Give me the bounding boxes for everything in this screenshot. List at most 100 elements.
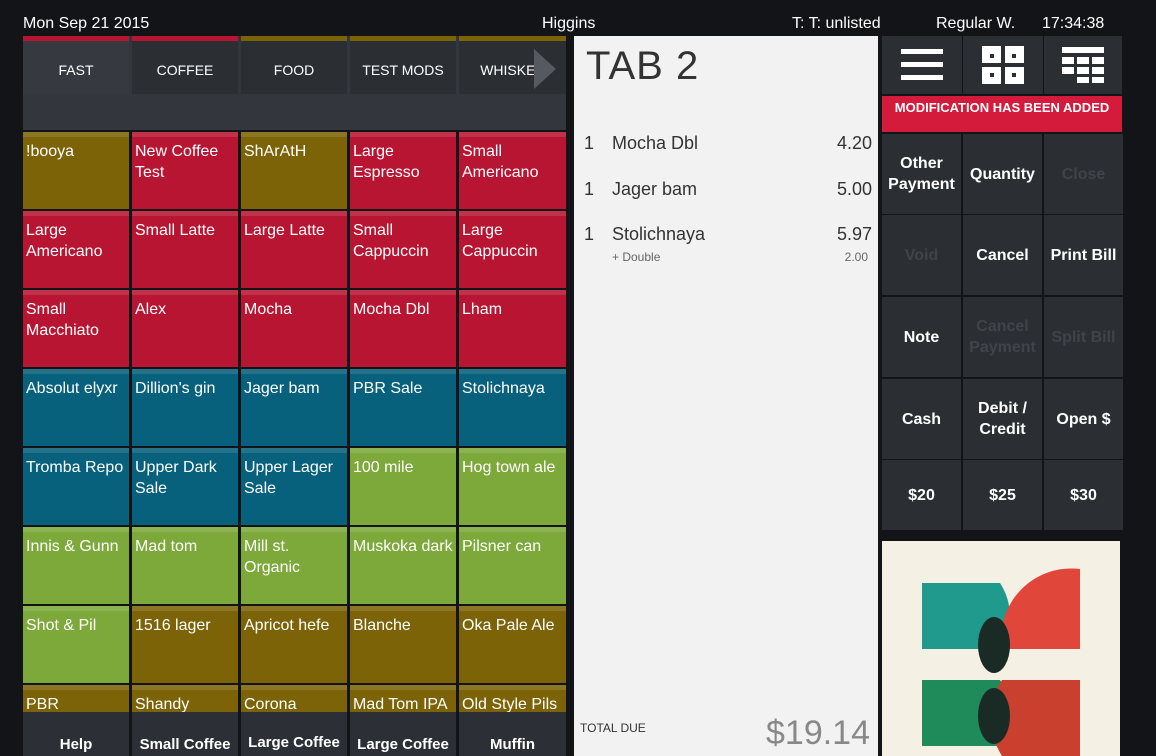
- line-name: Stolichnaya: [612, 224, 706, 244]
- quick-button-small-coffee[interactable]: Small Coffee: [132, 712, 238, 756]
- action-note-button[interactable]: Note: [882, 297, 961, 377]
- menu-item-button[interactable]: Apricot hefe: [241, 606, 347, 683]
- menu-item-button[interactable]: Stolichnaya: [459, 369, 566, 446]
- action-30-button[interactable]: $30: [1044, 460, 1123, 530]
- menu-item-label: Mocha Dbl: [353, 301, 430, 318]
- menu-item-label: Old Style Pils: [462, 696, 558, 712]
- menu-item-label: New Coffee Test: [135, 143, 219, 181]
- action-void-button: Void: [882, 215, 961, 295]
- menu-item-button[interactable]: Mad Tom IPA: [350, 685, 456, 712]
- menu-item-button[interactable]: PBR Sale: [350, 369, 456, 446]
- menu-item-button[interactable]: ShArAtH: [241, 132, 347, 209]
- tab-test-mods[interactable]: TEST MODS: [350, 36, 456, 94]
- menu-item-label: ShArAtH: [244, 143, 307, 160]
- menu-item-button[interactable]: Large Latte: [241, 211, 347, 288]
- quick-button-large-coffee-2[interactable]: Large Coffee: [350, 712, 456, 756]
- tab-coffee[interactable]: COFFEE: [132, 36, 238, 94]
- status-time: 17:34:38: [1042, 15, 1105, 32]
- status-table: T: T: unlisted: [792, 15, 881, 32]
- menu-item-button[interactable]: Dillion's gin: [132, 369, 238, 446]
- action-open-button[interactable]: Open $: [1044, 379, 1123, 459]
- menu-item-button[interactable]: Absolut elyxr: [23, 369, 129, 446]
- tab-whiskey[interactable]: WHISKEY: [459, 36, 566, 94]
- menu-item-label: Large Latte: [244, 222, 325, 239]
- menu-item-button[interactable]: Upper Lager Sale: [241, 448, 347, 525]
- menu-item-label: PBR Sale: [353, 380, 423, 397]
- menu-item-button[interactable]: Old Style Pils: [459, 685, 566, 712]
- menu-item-button[interactable]: 100 mile: [350, 448, 456, 525]
- action-debit-credit-button[interactable]: Debit / Credit: [963, 379, 1042, 459]
- menu-item-button[interactable]: Corona: [241, 685, 347, 712]
- line-modifier: + Double 2.00: [612, 250, 868, 264]
- menu-item-button[interactable]: Small Latte: [132, 211, 238, 288]
- menu-item-button[interactable]: Lham: [459, 290, 566, 367]
- action-25-button[interactable]: $25: [963, 460, 1042, 530]
- menu-item-label: Small Latte: [135, 222, 216, 239]
- tabs-next-arrow-icon[interactable]: [534, 49, 556, 89]
- tab-fast[interactable]: FAST: [23, 36, 129, 94]
- quick-button-help[interactable]: Help: [23, 712, 129, 756]
- menu-item-button[interactable]: Innis & Gunn: [23, 527, 129, 604]
- menu-item-label: Mill st. Organic: [244, 538, 301, 576]
- menu-item-button[interactable]: Large Americano: [23, 211, 129, 288]
- modifier-price: 2.00: [844, 250, 868, 264]
- action-cancel-payment-button: Cancel Payment: [963, 297, 1042, 377]
- action-cancel-button[interactable]: Cancel: [963, 215, 1042, 295]
- menu-button[interactable]: [882, 36, 962, 94]
- menu-item-button[interactable]: Small Americano: [459, 132, 566, 209]
- menu-item-button[interactable]: Small Cappuccin: [350, 211, 456, 288]
- menu-item-button[interactable]: Mocha Dbl: [350, 290, 456, 367]
- quick-buttons: Help Small Coffee Large Coffee Large Cof…: [23, 712, 566, 756]
- menu-item-button[interactable]: Mad tom: [132, 527, 238, 604]
- menu-item-button[interactable]: !booya: [23, 132, 129, 209]
- menu-item-button[interactable]: Tromba Repo: [23, 448, 129, 525]
- total-due-label: TOTAL DUE: [580, 721, 646, 735]
- brand-logo-image: [922, 568, 1080, 756]
- menu-item-button[interactable]: New Coffee Test: [132, 132, 238, 209]
- menu-item-button[interactable]: Oka Pale Ale: [459, 606, 566, 683]
- menu-item-button[interactable]: Upper Dark Sale: [132, 448, 238, 525]
- menu-item-button[interactable]: Hog town ale: [459, 448, 566, 525]
- menu-item-label: Mad tom: [135, 538, 198, 555]
- split-button[interactable]: [963, 36, 1043, 94]
- menu-item-button[interactable]: Alex: [132, 290, 238, 367]
- menu-item-button[interactable]: Mill st. Organic: [241, 527, 347, 604]
- menu-item-button[interactable]: Large Cappuccin: [459, 211, 566, 288]
- menu-item-label: Dillion's gin: [135, 380, 216, 397]
- line-name: Jager bam: [612, 179, 698, 199]
- menu-item-button[interactable]: Muskoka dark: [350, 527, 456, 604]
- menu-item-button[interactable]: Mocha: [241, 290, 347, 367]
- menu-item-label: Small Cappuccin: [353, 222, 429, 260]
- action-print-bill-button[interactable]: Print Bill: [1044, 215, 1123, 295]
- action-cash-button[interactable]: Cash: [882, 379, 961, 459]
- menu-item-label: Stolichnaya: [462, 380, 545, 397]
- menu-item-button[interactable]: Small Macchiato: [23, 290, 129, 367]
- menu-item-button[interactable]: Blanche: [350, 606, 456, 683]
- line-price: 5.00: [836, 179, 872, 199]
- line-qty: 1: [584, 179, 595, 199]
- menu-item-label: Oka Pale Ale: [462, 617, 555, 634]
- notification-banner: MODIFICATION HAS BEEN ADDED: [882, 96, 1122, 132]
- menu-item-label: Shandy: [135, 696, 190, 712]
- menu-item-button[interactable]: Shandy: [132, 685, 238, 712]
- tab-food[interactable]: FOOD: [241, 36, 347, 94]
- action-other-payment-button[interactable]: Other Payment: [882, 134, 961, 214]
- menu-item-button[interactable]: Pilsner can: [459, 527, 566, 604]
- quick-button-large-coffee[interactable]: Large Coffee: [241, 712, 347, 756]
- action-20-button[interactable]: $20: [882, 460, 961, 530]
- quick-button-muffin[interactable]: Muffin: [459, 712, 566, 756]
- menu-item-button[interactable]: Shot & Pil: [23, 606, 129, 683]
- action-quantity-button[interactable]: Quantity: [963, 134, 1042, 214]
- menu-item-button[interactable]: Jager bam: [241, 369, 347, 446]
- menu-item-label: Small Macchiato: [26, 301, 99, 339]
- line-price: 5.97: [836, 224, 872, 244]
- menu-item-button[interactable]: Large Espresso: [350, 132, 456, 209]
- tables-button[interactable]: [1044, 36, 1122, 94]
- table-layout-icon: [1062, 47, 1104, 83]
- brand-logo: [882, 541, 1120, 756]
- menu-item-button[interactable]: 1516 lager: [132, 606, 238, 683]
- menu-item-button[interactable]: PBR: [23, 685, 129, 712]
- menu-item-label: Absolut elyxr: [26, 380, 118, 397]
- menu-item-label: Tromba Repo: [26, 459, 124, 476]
- menu-item-label: !booya: [26, 143, 75, 160]
